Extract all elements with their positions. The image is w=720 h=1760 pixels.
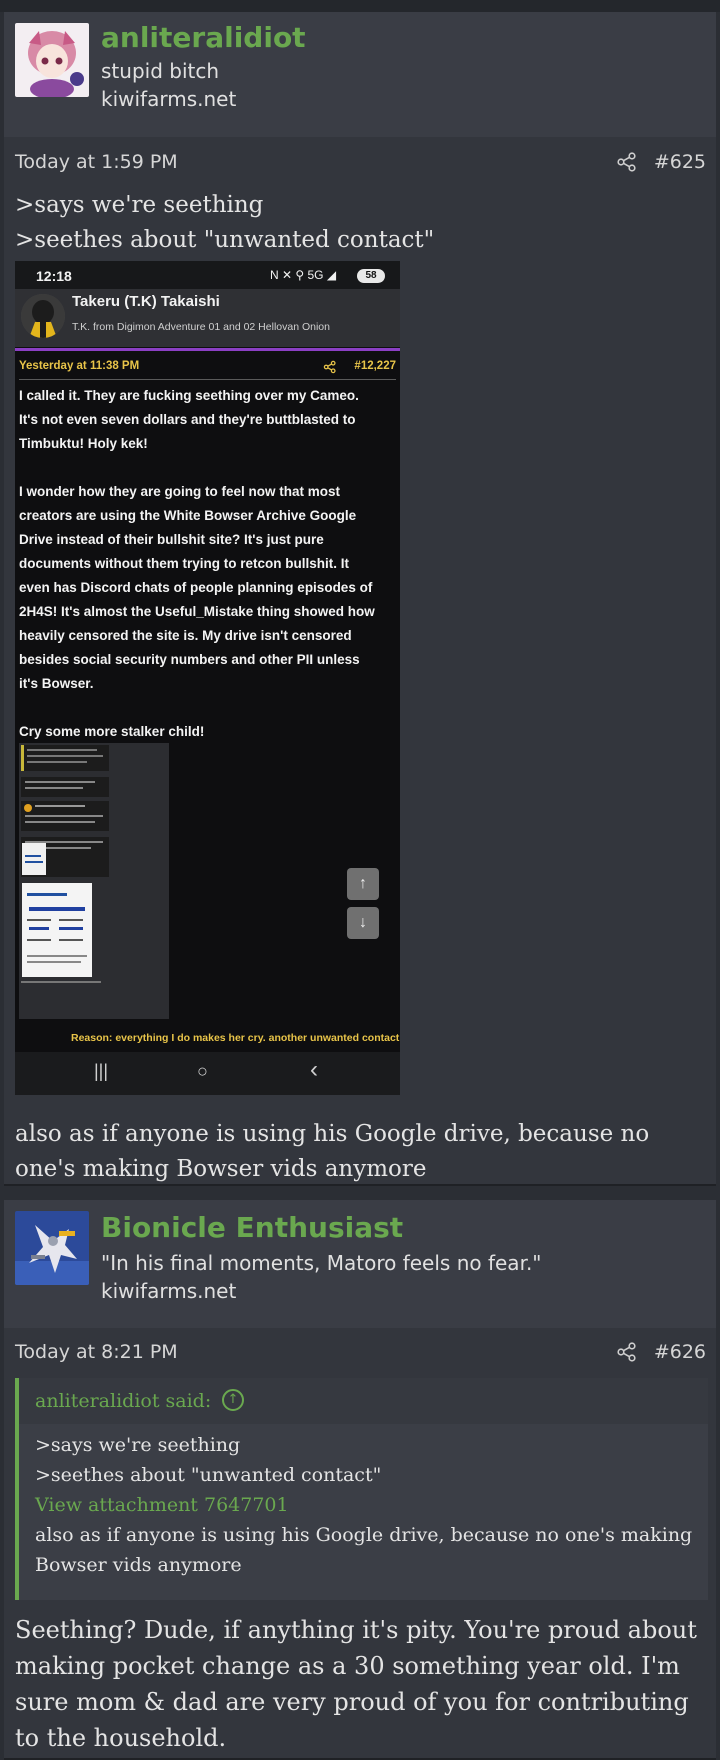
share-icon[interactable] (616, 1341, 638, 1363)
post-line: >seethes about "unwanted contact" (15, 227, 435, 253)
avatar[interactable] (15, 1211, 89, 1285)
username[interactable]: anliteralidiot (101, 21, 306, 54)
post-time[interactable]: Today at 1:59 PM (15, 151, 178, 173)
jump-to-post-icon[interactable]: ↑ (222, 1389, 244, 1411)
view-attachment-link[interactable]: View attachment 7647701 (35, 1490, 695, 1520)
post-meta: Today at 1:59 PM #625 (4, 145, 716, 181)
user-title: stupid bitch (101, 59, 220, 83)
quote-line: also as if anyone is using his Google dr… (35, 1524, 693, 1576)
post-number[interactable]: #626 (654, 1341, 706, 1363)
inner-username: Takeru (T.K) Takaishi (72, 293, 220, 310)
scroll-down-button: ↓ (347, 907, 379, 939)
phone-clock: 12:18 (36, 268, 72, 284)
inner-post-number: #12,227 (354, 360, 396, 372)
phone-status-bar: 12:18 N ✕ ⚲ 5G ◢ 58 (15, 261, 400, 289)
reply-text: Seething? Dude, if anything it's pity. Y… (15, 1616, 697, 1752)
username[interactable]: Bionicle Enthusiast (101, 1211, 403, 1244)
phone-nav-bar: ||| ○ ‹ (15, 1052, 400, 1095)
attachment-screenshot[interactable]: 12:18 N ✕ ⚲ 5G ◢ 58 Takeru (T.K) Takaish… (15, 261, 400, 1095)
inner-edit-reason: Reason: everything I do makes her cry. a… (71, 1032, 400, 1044)
inner-share-icon (323, 360, 337, 377)
status-icons: N ✕ ⚲ 5G ◢ (270, 268, 337, 282)
post-625: anliteralidiot stupid bitch kiwifarms.ne… (4, 12, 716, 1186)
inner-user-header: Takeru (T.K) Takaishi T.K. from Digimon … (15, 289, 400, 347)
inner-avatar (21, 294, 65, 338)
post-time[interactable]: Today at 8:21 PM (15, 1341, 178, 1363)
scroll-up-button: ↑ (347, 868, 379, 900)
post-line: >says we're seething (15, 192, 264, 218)
quote-line: >says we're seething (35, 1434, 241, 1456)
inner-post-text: I called it. They are fucking seething o… (19, 388, 375, 739)
quote-author[interactable]: anliteralidiot said: (35, 1390, 211, 1412)
user-header: Bionicle Enthusiast "In his final moment… (4, 1200, 716, 1328)
post-626: Bionicle Enthusiast "In his final moment… (4, 1200, 716, 1760)
quote-line: >seethes about "unwanted contact" (35, 1464, 382, 1486)
post-meta: Today at 8:21 PM #626 (4, 1335, 716, 1371)
inner-attachment-thumbnail (19, 743, 169, 1019)
user-site: kiwifarms.net (101, 1279, 237, 1303)
inner-post-meta: Yesterday at 11:38 PM #12,227 (15, 351, 400, 381)
user-title: "In his final moments, Matoro feels no f… (101, 1251, 542, 1275)
user-site: kiwifarms.net (101, 87, 237, 111)
post-number[interactable]: #625 (654, 151, 706, 173)
inner-post-time: Yesterday at 11:38 PM (19, 360, 140, 372)
back-icon: ‹ (310, 1056, 318, 1083)
quote-block: anliteralidiot said: ↑ >says we're seeth… (15, 1378, 708, 1600)
top-strip (0, 0, 720, 12)
post-after-text: also as if anyone is using his Google dr… (15, 1121, 650, 1182)
battery-icon: 58 (357, 269, 385, 283)
quote-header: anliteralidiot said: ↑ (19, 1378, 708, 1424)
home-icon: ○ (197, 1061, 208, 1081)
inner-separator (19, 379, 396, 380)
avatar[interactable] (15, 23, 89, 97)
inner-user-subtitle: T.K. from Digimon Adventure 01 and 02 He… (72, 321, 330, 333)
user-header: anliteralidiot stupid bitch kiwifarms.ne… (4, 12, 716, 137)
share-icon[interactable] (616, 151, 638, 173)
recent-apps-icon: ||| (94, 1061, 109, 1081)
